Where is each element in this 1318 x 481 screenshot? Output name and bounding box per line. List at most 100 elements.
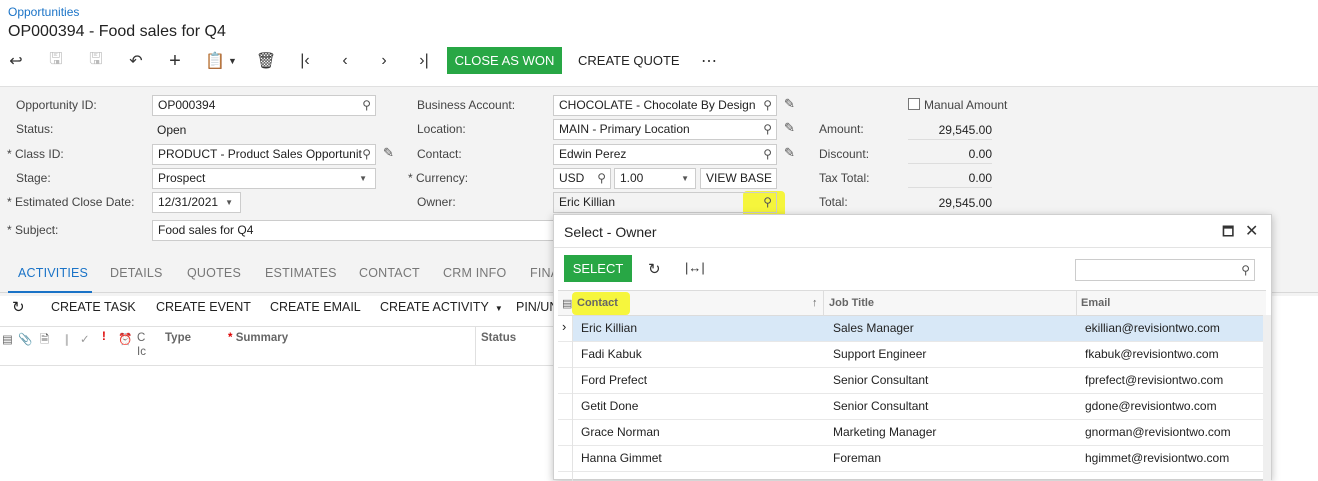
chevron-right-icon: › — [562, 319, 567, 334]
summary-column-header[interactable]: * Summary — [228, 332, 288, 344]
add-icon[interactable]: + — [163, 48, 187, 74]
stage-select[interactable]: Prospect ▼ — [152, 168, 376, 189]
maximize-icon[interactable]: 🗖 — [1222, 223, 1234, 245]
more-actions-button[interactable]: ⋯ — [697, 47, 721, 74]
owner-label: Owner: — [417, 195, 456, 209]
class-id-label: Class ID: — [7, 147, 64, 161]
tab-crm-info[interactable]: CRM INFO — [443, 266, 506, 280]
owner-field[interactable]: Eric Killian ⚲ — [553, 192, 777, 213]
last-record-icon[interactable]: ›| — [412, 48, 436, 74]
business-account-field[interactable]: CHOCOLATE - Chocolate By Design ⚲ — [553, 95, 777, 116]
refresh-icon[interactable]: ↻ — [648, 260, 661, 278]
select-button[interactable]: SELECT — [564, 255, 632, 282]
job-title-cell: Foreman — [833, 451, 882, 465]
tab-contact[interactable]: CONTACT — [359, 266, 420, 280]
currency-rate-select[interactable]: 1.00 ▼ — [614, 168, 696, 189]
close-date-field[interactable]: 12/31/2021 ▼ — [152, 192, 241, 213]
type-column-header[interactable]: Type — [165, 332, 191, 344]
sort-ascending-icon[interactable]: ↑ — [812, 297, 818, 309]
contact-field[interactable]: Edwin Perez ⚲ — [553, 144, 777, 165]
vertical-scrollbar[interactable] — [1263, 315, 1271, 481]
search-icon[interactable]: ⚲ — [1241, 263, 1250, 277]
edit-pencil-icon[interactable]: ✎ — [383, 145, 394, 161]
save-icon[interactable]: 🖫 — [84, 48, 108, 74]
tab-details[interactable]: DETAILS — [110, 266, 163, 280]
table-row[interactable]: Getit Done Senior Consultant gdone@revis… — [558, 394, 1266, 420]
create-email-button[interactable]: CREATE EMAIL — [270, 300, 361, 314]
search-icon[interactable]: ⚲ — [763, 147, 772, 161]
tax-total-label: Tax Total: — [819, 171, 870, 185]
row-selector-icon: ▤ — [562, 298, 573, 310]
search-icon[interactable]: ⚲ — [763, 122, 772, 136]
create-task-button[interactable]: CREATE TASK — [51, 300, 136, 314]
job-title-cell: Senior Consultant — [833, 373, 929, 387]
class-id-field[interactable]: PRODUCT - Product Sales Opportunit ⚲ — [152, 144, 376, 165]
copy-paste-icon[interactable]: 📋 ▼ — [203, 48, 239, 74]
create-quote-button[interactable]: CREATE QUOTE — [570, 47, 688, 74]
contact-label: Contact: — [417, 147, 462, 161]
close-date-label: Estimated Close Date: — [7, 195, 134, 209]
email-column-header[interactable]: Email — [1081, 297, 1110, 309]
tab-quotes[interactable]: QUOTES — [187, 266, 241, 280]
job-title-cell: Marketing Manager — [833, 425, 937, 439]
edit-pencil-icon[interactable]: ✎ — [784, 96, 795, 112]
status-label: Status: — [16, 122, 54, 136]
checkmark-icon: ✓ — [80, 334, 90, 346]
next-record-icon[interactable]: › — [372, 48, 396, 74]
job-title-cell: Sales Manager — [833, 321, 914, 335]
dialog-search-input[interactable]: ⚲ — [1075, 259, 1255, 281]
table-row[interactable]: Grace Norman Marketing Manager gnorman@r… — [558, 420, 1266, 446]
create-event-button[interactable]: CREATE EVENT — [156, 300, 251, 314]
close-as-won-button[interactable]: CLOSE AS WON — [447, 47, 562, 74]
first-record-icon[interactable]: |‹ — [293, 48, 317, 74]
breadcrumb[interactable]: Opportunities — [8, 5, 79, 19]
save-close-icon[interactable]: 🖫 — [44, 48, 68, 74]
column-divider — [475, 327, 476, 365]
table-row[interactable]: Hanna Gimmet Foreman hgimmet@revisiontwo… — [558, 446, 1266, 472]
edit-pencil-icon[interactable]: ✎ — [784, 145, 795, 161]
search-icon[interactable]: ⚲ — [763, 98, 772, 112]
total-label: Total: — [819, 195, 848, 209]
opportunity-id-field[interactable]: OP000394 ⚲ — [152, 95, 376, 116]
view-base-button[interactable]: VIEW BASE — [700, 168, 777, 189]
location-field[interactable]: MAIN - Primary Location ⚲ — [553, 119, 777, 140]
previous-record-icon[interactable]: ‹ — [333, 48, 357, 74]
tab-activities[interactable]: ACTIVITIES — [18, 266, 88, 280]
search-icon[interactable]: ⚲ — [763, 195, 772, 209]
job-title-cell: Support Engineer — [833, 347, 927, 361]
close-icon[interactable]: ✕ — [1245, 221, 1258, 241]
delete-icon[interactable]: 🗑 — [254, 48, 278, 74]
priority-icon: ! — [102, 331, 106, 343]
table-row[interactable]: Fadi Kabuk Support Engineer fkabuk@revis… — [558, 342, 1266, 368]
row-selector-divider — [572, 316, 573, 481]
attachment-icon: 📎 — [18, 334, 33, 346]
contact-column-header[interactable]: Contact — [577, 297, 618, 309]
status-value: Open — [157, 123, 187, 137]
fit-columns-icon[interactable]: |↔| — [685, 260, 705, 275]
job-title-column-header[interactable]: Job Title — [829, 297, 874, 309]
table-row[interactable]: › Eric Killian Sales Manager ekillian@re… — [558, 316, 1266, 342]
search-icon[interactable]: ⚲ — [362, 147, 371, 161]
total-value: 29,545.00 — [938, 196, 992, 210]
email-cell: gdone@revisiontwo.com — [1085, 399, 1217, 413]
subject-field[interactable]: Food sales for Q4 — [152, 220, 554, 241]
table-row[interactable]: Ford Prefect Senior Consultant fprefect@… — [558, 368, 1266, 394]
discount-label: Discount: — [819, 147, 870, 161]
create-activity-button[interactable]: CREATE ACTIVITY ▼ — [380, 300, 503, 314]
back-icon[interactable]: ↩ — [4, 48, 28, 74]
page-title: OP000394 - Food sales for Q4 — [8, 23, 226, 40]
currency-label: Currency: — [408, 171, 468, 185]
chevron-down-icon: ▼ — [494, 304, 503, 313]
tab-estimates[interactable]: ESTIMATES — [265, 266, 337, 280]
undo-icon[interactable]: ↶ — [124, 48, 148, 74]
subject-label: Subject: — [7, 223, 58, 237]
search-icon[interactable]: ⚲ — [362, 98, 371, 112]
refresh-icon[interactable]: ↻ — [12, 298, 25, 316]
currency-field[interactable]: USD ⚲ — [553, 168, 611, 189]
search-icon[interactable]: ⚲ — [597, 171, 606, 185]
manual-amount-checkbox[interactable] — [908, 98, 920, 110]
amount-label: Amount: — [819, 122, 864, 136]
status-column-header[interactable]: Status — [481, 332, 516, 344]
edit-pencil-icon[interactable]: ✎ — [784, 120, 795, 136]
contact-cell: Fadi Kabuk — [581, 347, 642, 361]
